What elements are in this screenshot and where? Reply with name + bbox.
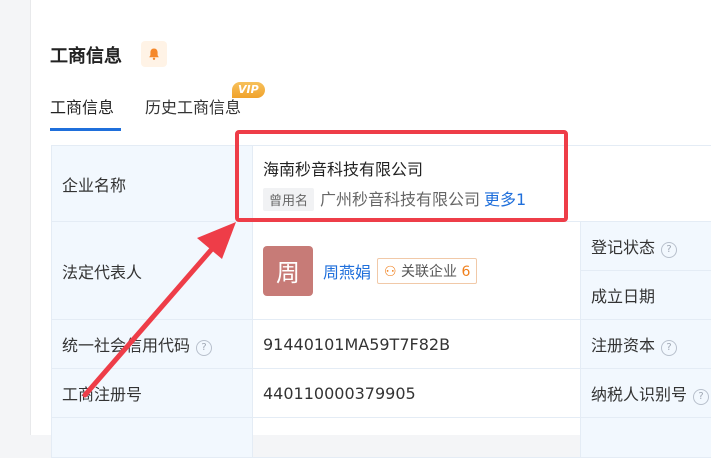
annotation-arrow bbox=[0, 0, 711, 435]
arrow-head bbox=[197, 222, 236, 259]
arrow-shaft bbox=[85, 242, 218, 395]
